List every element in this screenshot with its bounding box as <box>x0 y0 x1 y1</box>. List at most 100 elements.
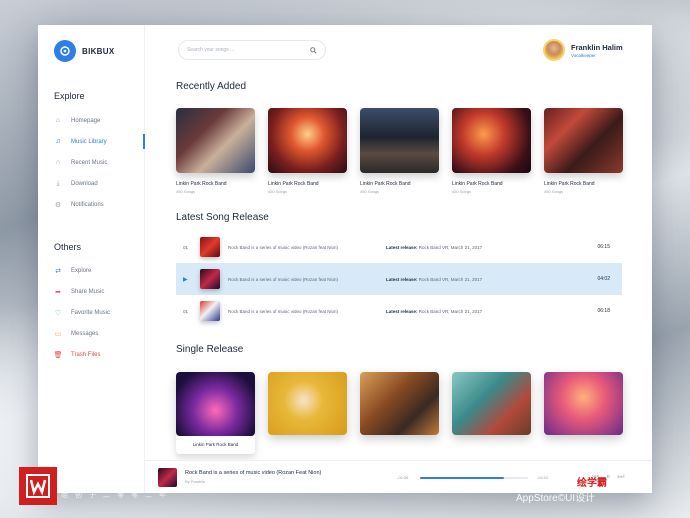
sidebar-item-label: Notifications <box>71 201 104 208</box>
sidebar: BIKBUX Explore ⌂ Homepage ♫ Music Librar… <box>38 25 145 493</box>
next-icon[interactable]: ⏭ <box>617 472 624 482</box>
album-card[interactable]: Linkin Park Rock Band 450 Songs <box>452 108 531 194</box>
logo-icon <box>54 40 76 62</box>
album-cover[interactable] <box>452 108 531 173</box>
album-song-count: 450 Songs <box>544 189 564 194</box>
sidebar-item-music-library[interactable]: ♫ Music Library <box>54 131 145 152</box>
brand-logo[interactable]: BIKBUX <box>54 40 114 62</box>
avatar[interactable] <box>543 39 565 61</box>
album-song-count: 450 Songs <box>176 189 196 194</box>
search-input[interactable] <box>187 47 297 53</box>
watermark-text: 王氏教育集 <box>61 470 132 484</box>
album-cover[interactable] <box>360 108 439 173</box>
play-icon[interactable]: ▶ <box>176 276 190 283</box>
release-value: Rock Band VR, March 21, 2017 <box>418 244 483 250</box>
sidebar-item-label: Homepage <box>71 117 101 124</box>
single-release-title: Single Release <box>176 344 244 355</box>
song-number: 01 <box>183 244 189 250</box>
explore-section-title: Explore <box>54 91 85 101</box>
search-bar[interactable] <box>178 40 326 60</box>
app-window: BIKBUX Explore ⌂ Homepage ♫ Music Librar… <box>38 25 652 493</box>
share-icon: ➦ <box>55 288 61 296</box>
now-playing-thumbnail[interactable] <box>158 468 177 487</box>
song-duration: 04:02 <box>597 276 610 282</box>
sidebar-item-homepage[interactable]: ⌂ Homepage <box>54 110 145 131</box>
single-card[interactable] <box>268 372 347 435</box>
album-title: Linkin Park Rock Band <box>268 181 319 187</box>
song-duration: 06:18 <box>597 308 610 314</box>
single-card[interactable] <box>452 372 531 435</box>
album-song-count: 450 Songs <box>268 189 288 194</box>
album-song-count: 450 Songs <box>452 189 472 194</box>
download-icon: ⤓ <box>56 179 60 187</box>
album-cover[interactable] <box>176 108 255 173</box>
sidebar-item-label: Share Music <box>71 288 105 295</box>
song-row[interactable]: 01 Rock Band is a series of music video … <box>176 231 622 263</box>
search-icon[interactable] <box>310 46 317 54</box>
gear-icon: ⚙ <box>54 201 62 209</box>
watermark-right-text: AppStore©UI设计 <box>516 493 596 504</box>
sidebar-item-label: Music Library <box>71 138 107 145</box>
progress-bar[interactable] <box>420 477 528 479</box>
others-nav: ⇄ Explore ➦ Share Music ♡ Favorite Music… <box>54 260 145 365</box>
sidebar-item-label: Download <box>71 180 98 187</box>
album-card[interactable]: Linkin Park Rock Band 450 Songs <box>176 108 255 194</box>
release-label: Latest release: <box>386 308 418 314</box>
user-profile[interactable]: Franklin Halim Vocalkeeper <box>543 39 623 61</box>
single-card[interactable]: Linkin Park Rock Band <box>176 372 255 454</box>
now-playing-title: Rock Band is a series of music video (Ro… <box>185 470 322 476</box>
single-card[interactable] <box>544 372 623 435</box>
album-cover[interactable] <box>268 108 347 173</box>
sidebar-item-recent-music[interactable]: ∩ Recent Music <box>54 152 145 173</box>
sidebar-item-download[interactable]: ⤓ Download <box>54 173 145 194</box>
album-title: Linkin Park Rock Band <box>544 181 595 187</box>
song-duration: 06:15 <box>597 244 610 250</box>
watermark-subtext: 始创于二零零二年 <box>61 492 173 499</box>
user-name: Franklin Halim <box>571 42 623 52</box>
song-release-info: Latest release: Rock Band VR, March 21, … <box>386 245 606 250</box>
recently-added-title: Recently Added <box>176 81 247 92</box>
song-thumbnail[interactable] <box>200 237 220 257</box>
single-caption: Linkin Park Rock Band <box>176 436 255 454</box>
elapsed-time: -00:58 <box>397 475 409 480</box>
song-release-info: Latest release: Rock Band VR, March 21, … <box>386 277 606 282</box>
album-title: Linkin Park Rock Band <box>452 181 503 187</box>
album-card[interactable]: Linkin Park Rock Band 450 Songs <box>268 108 347 194</box>
song-title: Rock Band is a series of music video (Ro… <box>228 308 339 314</box>
song-title: Rock Band is a series of music video (Ro… <box>228 276 339 282</box>
song-list: 01 Rock Band is a series of music video … <box>176 231 622 327</box>
song-row-active[interactable]: ▶ Rock Band is a series of music video (… <box>176 263 622 295</box>
sidebar-item-label: Trash Files <box>71 351 101 358</box>
home-icon: ⌂ <box>55 117 61 124</box>
song-row[interactable]: 01 Rock Band is a series of music video … <box>176 295 622 327</box>
trash-icon: 🗑 <box>53 351 63 359</box>
sidebar-item-explore[interactable]: ⇄ Explore <box>54 260 145 281</box>
shuffle-icon: ⇄ <box>55 267 61 275</box>
sidebar-item-favorite-music[interactable]: ♡ Favorite Music <box>54 302 145 323</box>
sidebar-item-messages[interactable]: ▭ Messages <box>54 323 145 344</box>
release-label: Latest release: <box>386 276 418 282</box>
album-cover[interactable] <box>544 108 623 173</box>
sidebar-item-notifications[interactable]: ⚙ Notifications <box>54 194 145 215</box>
sidebar-item-label: Messages <box>71 330 99 337</box>
song-thumbnail[interactable] <box>200 301 220 321</box>
album-title: Linkin Park Rock Band <box>176 181 227 187</box>
latest-release-title: Latest Song Release <box>176 212 269 223</box>
message-icon: ▭ <box>54 330 62 338</box>
watermark-red-text: 绘学霸 <box>577 478 607 489</box>
sidebar-item-label: Explore <box>71 267 92 274</box>
total-time: -04:02 <box>537 475 549 480</box>
song-title: Rock Band is a series of music video (Ro… <box>228 244 339 250</box>
song-thumbnail[interactable] <box>200 269 220 289</box>
sidebar-item-trash-files[interactable]: 🗑 Trash Files <box>54 344 145 365</box>
user-role: Vocalkeeper <box>571 52 596 58</box>
album-card[interactable]: Linkin Park Rock Band 450 Songs <box>544 108 623 194</box>
album-title: Linkin Park Rock Band <box>360 181 411 187</box>
single-card[interactable] <box>360 372 439 435</box>
brand-name: BIKBUX <box>82 46 115 56</box>
sidebar-item-share-music[interactable]: ➦ Share Music <box>54 281 145 302</box>
album-card[interactable]: Linkin Park Rock Band 450 Songs <box>360 108 439 194</box>
progress-fill <box>420 477 505 479</box>
release-value: Rock Band VR, March 21, 2017 <box>418 308 483 314</box>
music-note-icon: ♫ <box>55 138 61 145</box>
